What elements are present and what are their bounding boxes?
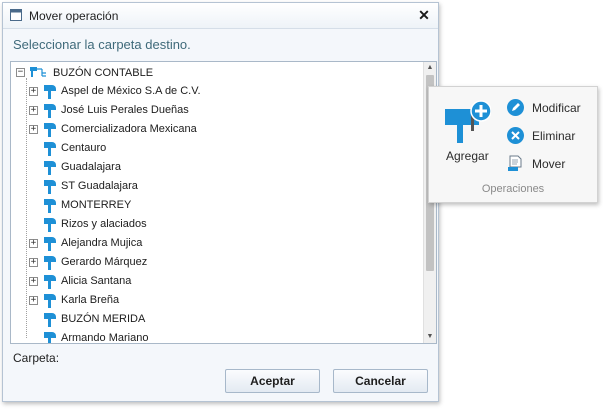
tree-item[interactable]: + Aspel de México S.A de C.V.: [11, 82, 421, 101]
folder-tree[interactable]: − BUZÓN CONTABLE + Aspel de México S.A de…: [10, 61, 437, 344]
expand-icon[interactable]: +: [29, 277, 38, 286]
mailbox-icon: [44, 123, 56, 137]
tree-item-label: Alejandra Mujica: [61, 237, 143, 249]
mailbox-icon: [44, 237, 56, 251]
mailbox-icon: [44, 313, 56, 327]
move-document-icon: [508, 155, 522, 171]
tree-item[interactable]: Rizos y alaciados: [11, 215, 421, 234]
mailbox-icon: [44, 294, 56, 308]
tree-item-label: Armando Mariano: [61, 332, 149, 344]
tree-item-label: Centauro: [61, 142, 107, 154]
close-icon: ✕: [418, 7, 430, 23]
tree-item[interactable]: Guadalajara: [11, 158, 421, 177]
expand-icon[interactable]: +: [29, 106, 38, 115]
tree-item[interactable]: BUZÓN MERIDA: [11, 310, 421, 329]
add-label: Agregar: [446, 149, 489, 163]
tree-item-label: Gerardo Márquez: [61, 256, 148, 268]
mailbox-icon: [44, 104, 56, 118]
move-label: Mover: [532, 157, 566, 171]
scroll-down-icon[interactable]: ▼: [424, 331, 436, 343]
tree-item-label: Alicia Santana: [61, 275, 132, 287]
tree-item[interactable]: + Gerardo Márquez: [11, 253, 421, 272]
tree-item-label: Rizos y alaciados: [61, 218, 147, 230]
delete-label: Eliminar: [532, 129, 576, 143]
mailbox-icon: [44, 161, 56, 175]
window-icon: [10, 9, 22, 21]
scroll-up-icon[interactable]: ▲: [424, 62, 436, 74]
modify-label: Modificar: [532, 101, 581, 115]
tree-item-label: Karla Breña: [61, 294, 120, 306]
mailbox-icon: [44, 256, 56, 270]
pencil-icon: [507, 99, 524, 116]
cancel-button[interactable]: Cancelar: [333, 369, 428, 393]
expand-icon[interactable]: +: [29, 258, 38, 267]
tree-root-node[interactable]: − BUZÓN CONTABLE: [13, 64, 413, 82]
delete-icon: [507, 127, 524, 144]
tree-item[interactable]: ST Guadalajara: [11, 177, 421, 196]
expand-icon[interactable]: +: [29, 239, 38, 248]
dialog-titlebar: Mover operación ✕: [3, 3, 438, 29]
mailbox-icon: [44, 85, 56, 99]
close-button[interactable]: ✕: [416, 7, 432, 23]
tree-item-label: José Luis Perales Dueñas: [61, 104, 189, 116]
mailbox-icon: [44, 218, 56, 232]
tree-item[interactable]: + Comercializadora Mexicana: [11, 120, 421, 139]
instruction-text: Seleccionar la carpeta destino.: [13, 37, 191, 52]
accept-button[interactable]: Aceptar: [225, 369, 320, 393]
tree-item[interactable]: + Alejandra Mujica: [11, 234, 421, 253]
tree-item[interactable]: MONTERREY: [11, 196, 421, 215]
tree-item[interactable]: + Karla Breña: [11, 291, 421, 310]
mailbox-icon: [44, 275, 56, 289]
move-button[interactable]: Mover: [507, 153, 597, 175]
operations-ribbon-group: Agregar Modificar Eliminar Mover Operaci…: [428, 86, 598, 203]
modify-button[interactable]: Modificar: [507, 97, 597, 119]
tree-item-label: Guadalajara: [61, 161, 121, 173]
mailbox-icon: [44, 180, 56, 194]
tree-item[interactable]: Armando Mariano: [11, 329, 421, 344]
tree-item-label: BUZÓN MERIDA: [61, 313, 146, 325]
mailbox-icon: [44, 332, 56, 343]
operations-group-label: Operaciones: [481, 183, 545, 195]
tree-item[interactable]: + José Luis Perales Dueñas: [11, 101, 421, 120]
tree-item-label: Comercializadora Mexicana: [61, 123, 197, 135]
tree-item[interactable]: Centauro: [11, 139, 421, 158]
tree-item-label: Aspel de México S.A de C.V.: [61, 85, 201, 97]
dialog-title: Mover operación: [29, 9, 119, 23]
expand-icon[interactable]: +: [29, 125, 38, 134]
tree-item[interactable]: + Alicia Santana: [11, 272, 421, 291]
add-button[interactable]: Agregar: [441, 99, 497, 169]
move-operation-dialog: Mover operación ✕ Seleccionar la carpeta…: [2, 2, 439, 402]
mailbox-icon: [44, 142, 56, 156]
collapse-icon[interactable]: −: [16, 68, 25, 77]
tree-item-label: MONTERREY: [61, 199, 132, 211]
expand-icon[interactable]: +: [29, 87, 38, 96]
tree-root-label: BUZÓN CONTABLE: [53, 67, 154, 79]
tree-item-label: ST Guadalajara: [61, 180, 138, 192]
expand-icon[interactable]: +: [29, 296, 38, 305]
buzon-root-icon: [30, 67, 46, 77]
delete-button[interactable]: Eliminar: [507, 125, 597, 147]
folder-label: Carpeta:: [13, 351, 60, 365]
mailbox-add-icon: [445, 100, 491, 143]
mailbox-icon: [44, 199, 56, 213]
